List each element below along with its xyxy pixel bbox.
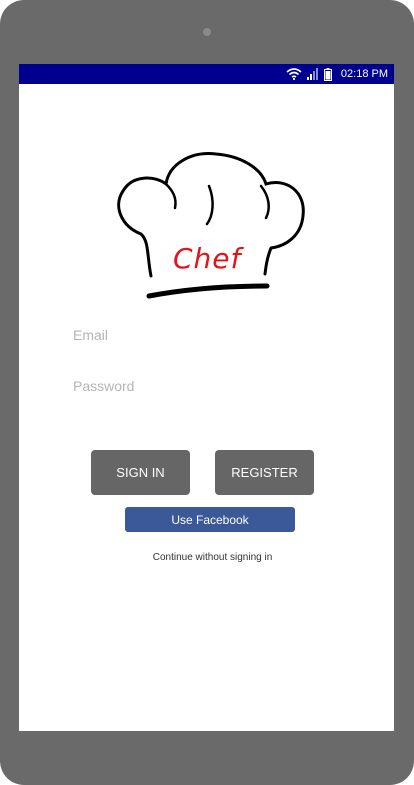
email-field[interactable] [73, 321, 343, 349]
status-time: 02:18 PM [340, 68, 388, 80]
app-screen: 02:18 PM Chef SIGN IN REGISTER Use Faceb… [19, 64, 394, 731]
sign-in-button[interactable]: SIGN IN [91, 450, 190, 495]
device-frame: 02:18 PM Chef SIGN IN REGISTER Use Faceb… [0, 0, 414, 785]
facebook-login-button[interactable]: Use Facebook [125, 507, 295, 532]
signal-icon [306, 68, 319, 80]
battery-icon [323, 67, 332, 81]
chef-logo-text: Chef [173, 242, 242, 275]
register-button[interactable]: REGISTER [215, 450, 314, 495]
status-bar: 02:18 PM [19, 64, 394, 84]
password-field[interactable] [73, 372, 343, 400]
status-icons: 02:18 PM [286, 64, 388, 84]
front-camera [203, 28, 211, 36]
wifi-icon [286, 68, 302, 80]
continue-without-signin-link[interactable]: Continue without signing in [19, 552, 394, 563]
chef-hat-logo [117, 152, 305, 299]
